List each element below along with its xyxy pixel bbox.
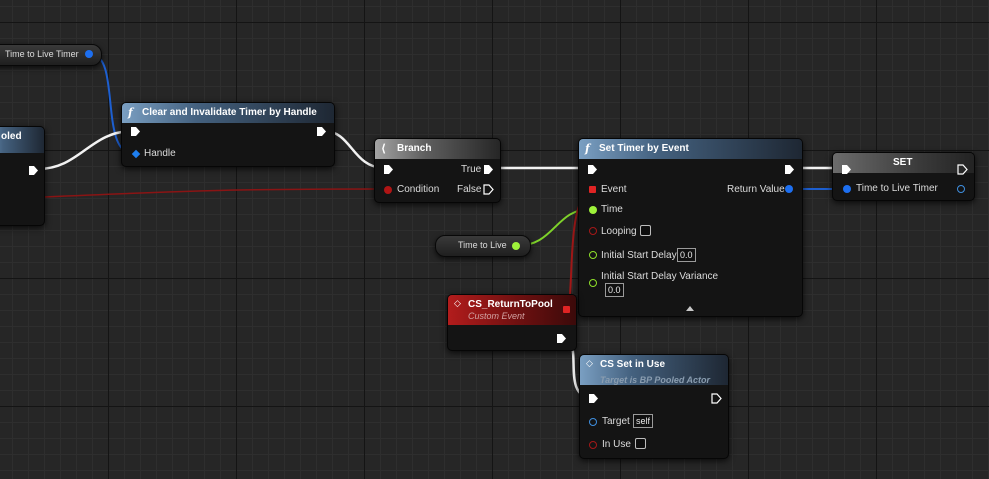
node-header: f Set Timer by Event xyxy=(579,139,802,159)
branch-node[interactable]: ⟨ Branch True Condition False xyxy=(374,138,501,203)
output-float-pin[interactable] xyxy=(512,242,520,250)
initial-start-delay-input[interactable]: 0.0 xyxy=(677,248,696,262)
custom-event-node[interactable]: ◇ CS_ReturnToPool Custom Event xyxy=(447,294,577,351)
node-title: SET xyxy=(893,157,913,168)
initial-start-delay-label: Initial Start Delay xyxy=(601,250,677,261)
event-pin[interactable] xyxy=(589,186,596,193)
exec-out-pin[interactable] xyxy=(957,164,968,175)
partial-variable-node[interactable]: oled xyxy=(0,126,45,226)
node-title: CS_ReturnToPool xyxy=(468,299,553,310)
exec-out-pin[interactable] xyxy=(556,333,567,344)
node-header: ⟨ Branch xyxy=(375,139,500,159)
output-handle-pin[interactable] xyxy=(85,50,93,58)
variance-input[interactable]: 0.0 xyxy=(605,283,624,297)
variance-label: Initial Start Delay Variance xyxy=(601,271,719,282)
target-label: Target xyxy=(602,416,630,427)
get-time-to-live-node[interactable]: Time to Live xyxy=(435,235,531,257)
initial-start-delay-pin[interactable] xyxy=(589,251,597,259)
return-value-pin[interactable] xyxy=(785,185,793,193)
partial-node-header: oled xyxy=(0,127,44,153)
cs-set-in-use-node[interactable]: ◇ CS Set in Use Target is BP Pooled Acto… xyxy=(579,354,729,459)
clear-invalidate-timer-node[interactable]: f Clear and Invalidate Timer by Handle H… xyxy=(121,102,335,167)
input-handle-pin[interactable] xyxy=(843,185,851,193)
looping-label: Looping xyxy=(601,226,637,237)
condition-label: Condition xyxy=(397,184,440,195)
looping-pin[interactable] xyxy=(589,227,597,235)
condition-pin[interactable] xyxy=(384,186,392,194)
exec-out-pin[interactable] xyxy=(316,126,327,137)
node-title: CS Set in Use xyxy=(600,359,666,370)
time-label: Time xyxy=(601,204,623,215)
collapse-arrow-icon[interactable] xyxy=(686,306,694,311)
variance-pin[interactable] xyxy=(589,279,597,287)
exec-in-pin[interactable] xyxy=(130,126,141,137)
exec-in-pin[interactable] xyxy=(587,164,598,175)
time-pin[interactable] xyxy=(589,206,597,214)
false-exec-pin[interactable] xyxy=(483,184,494,195)
in-use-checkbox[interactable] xyxy=(635,438,646,449)
set-variable-node[interactable]: SET Time to Live Timer xyxy=(832,152,975,201)
function-icon: ◇ xyxy=(586,359,593,369)
exec-wire-1 xyxy=(37,129,134,171)
in-use-pin[interactable] xyxy=(589,441,597,449)
true-exec-pin[interactable] xyxy=(483,164,494,175)
function-icon: f xyxy=(585,142,590,155)
function-icon: f xyxy=(128,106,133,119)
getter-label: Time to Live xyxy=(458,240,507,250)
node-header: SET xyxy=(833,153,974,173)
false-label: False xyxy=(457,184,482,195)
exec-out-pin[interactable] xyxy=(28,165,39,176)
set-timer-by-event-node[interactable]: f Set Timer by Event Event Return Value … xyxy=(578,138,803,317)
node-subtitle: Target is BP Pooled Actor xyxy=(600,375,711,385)
output-handle-pin[interactable] xyxy=(957,185,965,193)
exec-in-pin[interactable] xyxy=(383,164,394,175)
handle-pin[interactable] xyxy=(131,149,141,159)
branch-icon: ⟨ xyxy=(381,142,387,155)
set-var-label: Time to Live Timer xyxy=(856,183,938,194)
getter-label: Time to Live Timer xyxy=(5,49,79,59)
target-pin[interactable] xyxy=(589,418,597,426)
return-value-label: Return Value xyxy=(727,184,785,195)
node-header: ◇ CS_ReturnToPool Custom Event xyxy=(448,295,576,325)
event-icon: ◇ xyxy=(454,299,461,309)
handle-label: Handle xyxy=(144,148,176,159)
node-title: Branch xyxy=(397,143,432,154)
true-label: True xyxy=(461,164,482,175)
in-use-label: In Use xyxy=(602,439,631,450)
exec-out-pin[interactable] xyxy=(784,164,795,175)
target-value[interactable]: self xyxy=(633,414,654,428)
node-title: Set Timer by Event xyxy=(599,143,689,154)
get-time-to-live-timer-node[interactable]: Time to Live Timer xyxy=(0,44,102,66)
looping-checkbox[interactable] xyxy=(640,225,651,236)
bool-wire xyxy=(43,188,386,198)
node-title: Clear and Invalidate Timer by Handle xyxy=(142,107,317,118)
node-header: ◇ CS Set in Use Target is BP Pooled Acto… xyxy=(580,355,728,385)
partial-node-title: oled xyxy=(1,131,22,142)
exec-in-pin[interactable] xyxy=(588,393,599,404)
delegate-pin[interactable] xyxy=(563,306,570,313)
node-subtitle: Custom Event xyxy=(468,311,525,321)
exec-in-pin[interactable] xyxy=(841,164,852,175)
exec-out-pin[interactable] xyxy=(711,393,722,404)
node-header: f Clear and Invalidate Timer by Handle xyxy=(122,103,334,123)
event-label: Event xyxy=(601,184,627,195)
